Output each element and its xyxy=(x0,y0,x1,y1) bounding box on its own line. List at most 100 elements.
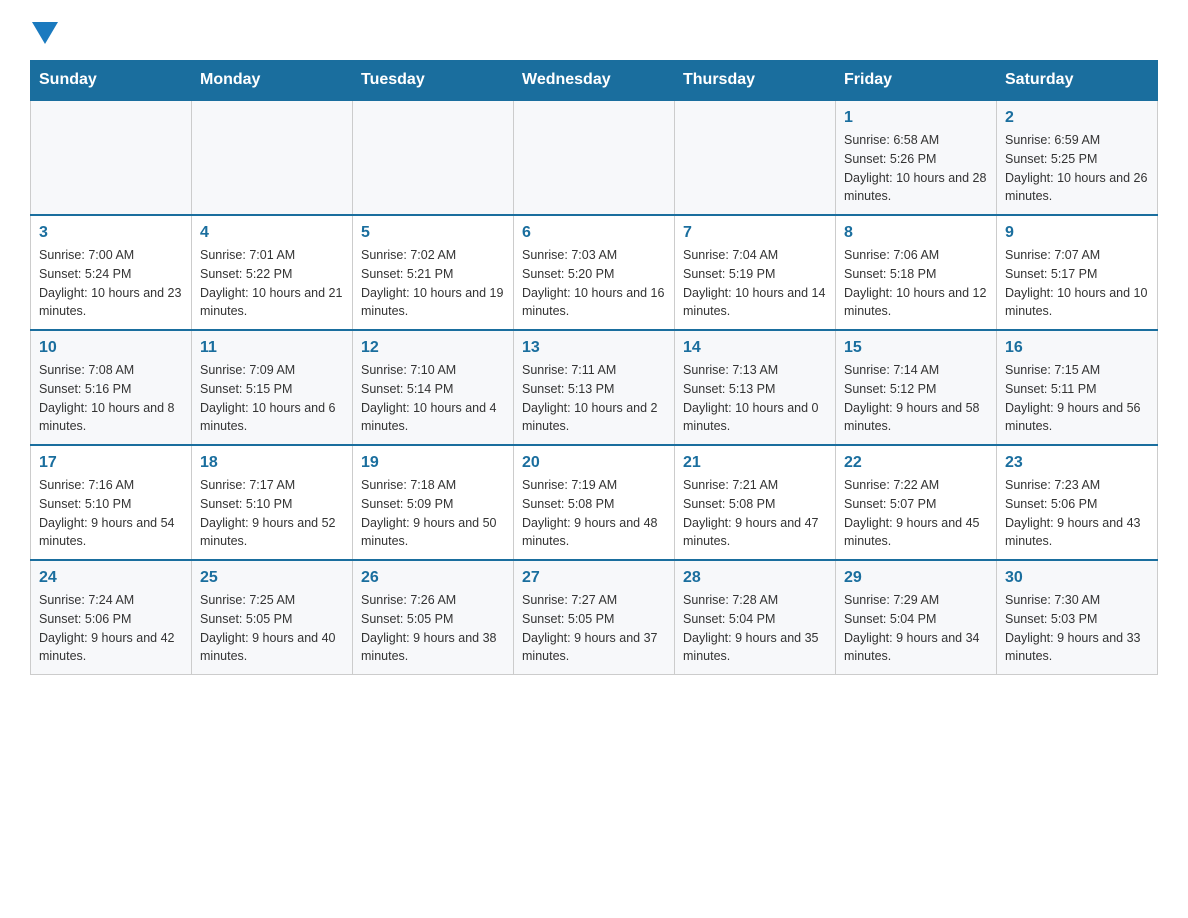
calendar-cell: 18 Sunrise: 7:17 AM Sunset: 5:10 PM Dayli… xyxy=(192,445,353,560)
day-info: Sunrise: 7:22 AM Sunset: 5:07 PM Dayligh… xyxy=(844,476,988,551)
day-number: 3 xyxy=(39,224,183,242)
day-info: Sunrise: 7:01 AM Sunset: 5:22 PM Dayligh… xyxy=(200,246,344,321)
day-info: Sunrise: 7:07 AM Sunset: 5:17 PM Dayligh… xyxy=(1005,246,1149,321)
day-number: 16 xyxy=(1005,339,1149,357)
calendar-cell: 10Sunrise: 7:08 AM Sunset: 5:16 PM Dayli… xyxy=(31,330,192,445)
day-info: Sunrise: 7:26 AM Sunset: 5:05 PM Dayligh… xyxy=(361,591,505,666)
day-number: 6 xyxy=(522,224,666,242)
day-number: 20 xyxy=(522,454,666,472)
week-row-5: 24 Sunrise: 7:24 AM Sunset: 5:06 PM Dayli… xyxy=(31,560,1158,675)
calendar-cell: 20Sunrise: 7:19 AM Sunset: 5:08 PM Dayli… xyxy=(514,445,675,560)
day-info: Sunrise: 7:10 AM Sunset: 5:14 PM Dayligh… xyxy=(361,361,505,436)
day-number: 9 xyxy=(1005,224,1149,242)
day-number: 13 xyxy=(522,339,666,357)
day-number: 17 xyxy=(39,454,183,472)
calendar-cell: 27 Sunrise: 7:27 AM Sunset: 5:05 PM Dayli… xyxy=(514,560,675,675)
calendar-cell xyxy=(514,100,675,215)
day-number: 28 xyxy=(683,569,827,587)
day-info: Sunrise: 7:00 AM Sunset: 5:24 PM Dayligh… xyxy=(39,246,183,321)
calendar-cell: 7 Sunrise: 7:04 AM Sunset: 5:19 PM Daylig… xyxy=(675,215,836,330)
calendar-cell: 17 Sunrise: 7:16 AM Sunset: 5:10 PM Dayli… xyxy=(31,445,192,560)
day-info: Sunrise: 7:16 AM Sunset: 5:10 PM Dayligh… xyxy=(39,476,183,551)
calendar-cell: 16 Sunrise: 7:15 AM Sunset: 5:11 PM Dayli… xyxy=(997,330,1158,445)
day-number: 11 xyxy=(200,339,344,357)
day-info: Sunrise: 7:13 AM Sunset: 5:13 PM Dayligh… xyxy=(683,361,827,436)
calendar-cell: 3 Sunrise: 7:00 AM Sunset: 5:24 PM Daylig… xyxy=(31,215,192,330)
day-info: Sunrise: 7:15 AM Sunset: 5:11 PM Dayligh… xyxy=(1005,361,1149,436)
page-header xyxy=(30,20,1158,40)
day-info: Sunrise: 7:24 AM Sunset: 5:06 PM Dayligh… xyxy=(39,591,183,666)
calendar-cell xyxy=(353,100,514,215)
day-info: Sunrise: 7:04 AM Sunset: 5:19 PM Dayligh… xyxy=(683,246,827,321)
day-info: Sunrise: 7:25 AM Sunset: 5:05 PM Dayligh… xyxy=(200,591,344,666)
day-number: 27 xyxy=(522,569,666,587)
day-number: 30 xyxy=(1005,569,1149,587)
logo-triangle-icon xyxy=(32,22,58,44)
calendar-cell: 5Sunrise: 7:02 AM Sunset: 5:21 PM Daylig… xyxy=(353,215,514,330)
day-info: Sunrise: 7:08 AM Sunset: 5:16 PM Dayligh… xyxy=(39,361,183,436)
weekday-header-saturday: Saturday xyxy=(997,61,1158,101)
day-info: Sunrise: 7:14 AM Sunset: 5:12 PM Dayligh… xyxy=(844,361,988,436)
calendar-cell: 8 Sunrise: 7:06 AM Sunset: 5:18 PM Daylig… xyxy=(836,215,997,330)
week-row-1: 1 Sunrise: 6:58 AM Sunset: 5:26 PM Daylig… xyxy=(31,100,1158,215)
calendar-cell: 22 Sunrise: 7:22 AM Sunset: 5:07 PM Dayli… xyxy=(836,445,997,560)
calendar-cell: 11 Sunrise: 7:09 AM Sunset: 5:15 PM Dayli… xyxy=(192,330,353,445)
week-row-2: 3 Sunrise: 7:00 AM Sunset: 5:24 PM Daylig… xyxy=(31,215,1158,330)
weekday-header-monday: Monday xyxy=(192,61,353,101)
day-info: Sunrise: 7:30 AM Sunset: 5:03 PM Dayligh… xyxy=(1005,591,1149,666)
day-number: 26 xyxy=(361,569,505,587)
calendar-cell xyxy=(31,100,192,215)
day-info: Sunrise: 7:17 AM Sunset: 5:10 PM Dayligh… xyxy=(200,476,344,551)
day-number: 7 xyxy=(683,224,827,242)
day-info: Sunrise: 7:11 AM Sunset: 5:13 PM Dayligh… xyxy=(522,361,666,436)
calendar-cell: 2 Sunrise: 6:59 AM Sunset: 5:25 PM Daylig… xyxy=(997,100,1158,215)
day-number: 24 xyxy=(39,569,183,587)
day-number: 5 xyxy=(361,224,505,242)
day-info: Sunrise: 7:03 AM Sunset: 5:20 PM Dayligh… xyxy=(522,246,666,321)
calendar-cell: 1 Sunrise: 6:58 AM Sunset: 5:26 PM Daylig… xyxy=(836,100,997,215)
day-number: 21 xyxy=(683,454,827,472)
day-info: Sunrise: 7:06 AM Sunset: 5:18 PM Dayligh… xyxy=(844,246,988,321)
day-number: 1 xyxy=(844,109,988,127)
day-number: 2 xyxy=(1005,109,1149,127)
calendar-cell: 12 Sunrise: 7:10 AM Sunset: 5:14 PM Dayli… xyxy=(353,330,514,445)
weekday-header-wednesday: Wednesday xyxy=(514,61,675,101)
weekday-header-row: SundayMondayTuesdayWednesdayThursdayFrid… xyxy=(31,61,1158,101)
calendar-cell xyxy=(675,100,836,215)
day-info: Sunrise: 6:58 AM Sunset: 5:26 PM Dayligh… xyxy=(844,131,988,206)
calendar-cell: 23 Sunrise: 7:23 AM Sunset: 5:06 PM Dayli… xyxy=(997,445,1158,560)
day-info: Sunrise: 7:18 AM Sunset: 5:09 PM Dayligh… xyxy=(361,476,505,551)
day-number: 12 xyxy=(361,339,505,357)
calendar-cell: 19 Sunrise: 7:18 AM Sunset: 5:09 PM Dayli… xyxy=(353,445,514,560)
day-info: Sunrise: 7:23 AM Sunset: 5:06 PM Dayligh… xyxy=(1005,476,1149,551)
day-number: 22 xyxy=(844,454,988,472)
weekday-header-thursday: Thursday xyxy=(675,61,836,101)
day-number: 18 xyxy=(200,454,344,472)
weekday-header-sunday: Sunday xyxy=(31,61,192,101)
day-number: 25 xyxy=(200,569,344,587)
calendar-cell: 28Sunrise: 7:28 AM Sunset: 5:04 PM Dayli… xyxy=(675,560,836,675)
weekday-header-friday: Friday xyxy=(836,61,997,101)
day-number: 19 xyxy=(361,454,505,472)
calendar-cell: 6 Sunrise: 7:03 AM Sunset: 5:20 PM Daylig… xyxy=(514,215,675,330)
day-info: Sunrise: 7:09 AM Sunset: 5:15 PM Dayligh… xyxy=(200,361,344,436)
day-number: 4 xyxy=(200,224,344,242)
day-number: 14 xyxy=(683,339,827,357)
calendar-cell: 9 Sunrise: 7:07 AM Sunset: 5:17 PM Daylig… xyxy=(997,215,1158,330)
day-info: Sunrise: 7:29 AM Sunset: 5:04 PM Dayligh… xyxy=(844,591,988,666)
calendar-cell: 30 Sunrise: 7:30 AM Sunset: 5:03 PM Dayli… xyxy=(997,560,1158,675)
calendar-cell: 21Sunrise: 7:21 AM Sunset: 5:08 PM Dayli… xyxy=(675,445,836,560)
day-number: 23 xyxy=(1005,454,1149,472)
calendar-cell: 25 Sunrise: 7:25 AM Sunset: 5:05 PM Dayli… xyxy=(192,560,353,675)
day-number: 15 xyxy=(844,339,988,357)
day-info: Sunrise: 6:59 AM Sunset: 5:25 PM Dayligh… xyxy=(1005,131,1149,206)
calendar-cell: 24 Sunrise: 7:24 AM Sunset: 5:06 PM Dayli… xyxy=(31,560,192,675)
calendar-cell: 4 Sunrise: 7:01 AM Sunset: 5:22 PM Daylig… xyxy=(192,215,353,330)
calendar-cell: 26 Sunrise: 7:26 AM Sunset: 5:05 PM Dayli… xyxy=(353,560,514,675)
week-row-4: 17 Sunrise: 7:16 AM Sunset: 5:10 PM Dayli… xyxy=(31,445,1158,560)
day-info: Sunrise: 7:27 AM Sunset: 5:05 PM Dayligh… xyxy=(522,591,666,666)
calendar-table: SundayMondayTuesdayWednesdayThursdayFrid… xyxy=(30,60,1158,675)
day-number: 8 xyxy=(844,224,988,242)
calendar-cell: 14 Sunrise: 7:13 AM Sunset: 5:13 PM Dayli… xyxy=(675,330,836,445)
calendar-cell: 13 Sunrise: 7:11 AM Sunset: 5:13 PM Dayli… xyxy=(514,330,675,445)
